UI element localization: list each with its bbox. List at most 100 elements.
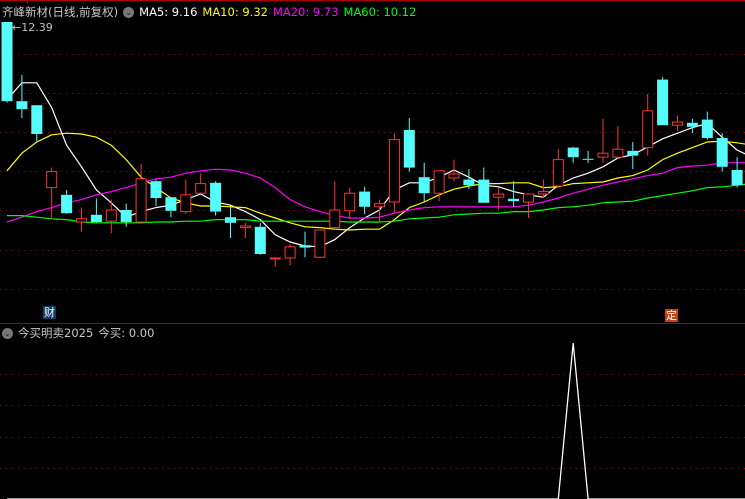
candle-body bbox=[716, 138, 728, 167]
ma10-label: MA10: 9.32 bbox=[202, 5, 268, 19]
candle-body bbox=[463, 179, 475, 186]
candle bbox=[180, 179, 192, 214]
candle bbox=[195, 173, 207, 194]
candle bbox=[210, 181, 222, 216]
candle-body bbox=[46, 171, 58, 189]
candle-body bbox=[433, 170, 445, 194]
ma-lines bbox=[6, 82, 745, 248]
candle-body bbox=[478, 179, 490, 203]
candle-body bbox=[672, 121, 683, 126]
candle-body bbox=[180, 194, 192, 213]
ma20-label: MA20: 9.73 bbox=[272, 5, 339, 19]
candle-body bbox=[523, 193, 534, 203]
candle-body bbox=[686, 122, 698, 127]
candle-body bbox=[448, 173, 460, 179]
candle-body bbox=[90, 214, 102, 222]
stock-title: 齐峰新材(日线,前复权) bbox=[2, 5, 119, 19]
candle bbox=[269, 257, 281, 267]
candle-body bbox=[1, 22, 13, 102]
ma5-label: MA5: 9.16 bbox=[139, 5, 198, 19]
candle bbox=[314, 229, 326, 258]
candle bbox=[359, 186, 371, 214]
candles bbox=[1, 22, 743, 267]
candle bbox=[239, 222, 251, 238]
candle bbox=[537, 179, 549, 198]
candle-body bbox=[537, 191, 549, 195]
candle bbox=[672, 115, 683, 131]
candlestick-chart[interactable] bbox=[0, 0, 745, 499]
candle-body bbox=[195, 183, 207, 194]
candle-body bbox=[135, 178, 147, 223]
indicator-value: 今买: 0.00 bbox=[98, 326, 155, 340]
candle-body bbox=[329, 209, 341, 229]
ma20-line bbox=[6, 162, 745, 223]
candle-body bbox=[582, 158, 594, 160]
candle bbox=[254, 222, 266, 255]
candle bbox=[686, 118, 698, 134]
indicator-grid bbox=[0, 374, 745, 469]
candle-body bbox=[225, 217, 236, 223]
indicator-plot bbox=[7, 342, 745, 499]
fixed-marker[interactable]: 定 bbox=[665, 309, 678, 322]
candle bbox=[403, 118, 415, 172]
candle bbox=[31, 105, 43, 142]
indicator-title: 今买明卖2025 bbox=[18, 326, 94, 340]
candle bbox=[16, 74, 28, 118]
candle-body bbox=[374, 203, 385, 208]
high-price-label: ←12.39 bbox=[12, 21, 53, 34]
candle bbox=[552, 149, 564, 188]
candle-body bbox=[597, 152, 609, 158]
high-price-value: 12.39 bbox=[21, 21, 53, 34]
candle bbox=[716, 133, 728, 172]
candle bbox=[90, 198, 102, 223]
candle bbox=[701, 111, 713, 140]
candle bbox=[508, 181, 520, 207]
candle-body bbox=[61, 194, 73, 214]
candle-body bbox=[701, 119, 713, 138]
candle-body bbox=[16, 101, 28, 110]
candle-body bbox=[418, 177, 430, 194]
candle bbox=[61, 190, 73, 214]
candle-body bbox=[612, 148, 624, 158]
candle-body bbox=[210, 182, 222, 212]
chevron-down-icon[interactable]: ⌄ bbox=[123, 6, 135, 18]
candle bbox=[388, 133, 400, 214]
candle bbox=[165, 197, 177, 218]
candle-body bbox=[344, 192, 356, 212]
candle bbox=[582, 150, 594, 163]
candle-body bbox=[493, 193, 505, 198]
candle-body bbox=[314, 229, 326, 258]
candle bbox=[478, 167, 490, 203]
chart-header: 齐峰新材(日线,前复权) ⌄ MA5: 9.16 MA10: 9.32 MA20… bbox=[2, 4, 421, 20]
candle-body bbox=[165, 197, 177, 211]
candle-body bbox=[508, 198, 520, 202]
candle-body bbox=[239, 225, 251, 229]
buy-signal-line bbox=[7, 342, 745, 499]
finance-marker[interactable]: 财 bbox=[43, 306, 56, 319]
candle-body bbox=[627, 150, 639, 156]
chevron-down-icon[interactable]: ⌄ bbox=[2, 327, 13, 339]
candle bbox=[731, 157, 743, 188]
candle bbox=[657, 77, 669, 126]
candle bbox=[627, 142, 639, 170]
candle-body bbox=[403, 130, 415, 168]
candle bbox=[567, 146, 579, 163]
candle bbox=[642, 94, 654, 156]
candle-body bbox=[642, 110, 654, 149]
price-grid bbox=[0, 54, 745, 290]
candle bbox=[418, 162, 430, 202]
candle bbox=[597, 118, 609, 163]
candle-body bbox=[76, 218, 87, 223]
candle-body bbox=[388, 139, 400, 203]
candle-body bbox=[254, 226, 266, 254]
candle-body bbox=[269, 257, 281, 260]
candle-body bbox=[567, 147, 579, 158]
candle-body bbox=[299, 245, 311, 248]
ma60-label: MA60: 10.12 bbox=[343, 5, 417, 19]
candle-body bbox=[284, 246, 296, 259]
candle bbox=[374, 199, 385, 222]
candle-body bbox=[150, 181, 162, 198]
candle bbox=[1, 22, 13, 103]
candle bbox=[448, 159, 460, 182]
candle bbox=[612, 126, 624, 159]
